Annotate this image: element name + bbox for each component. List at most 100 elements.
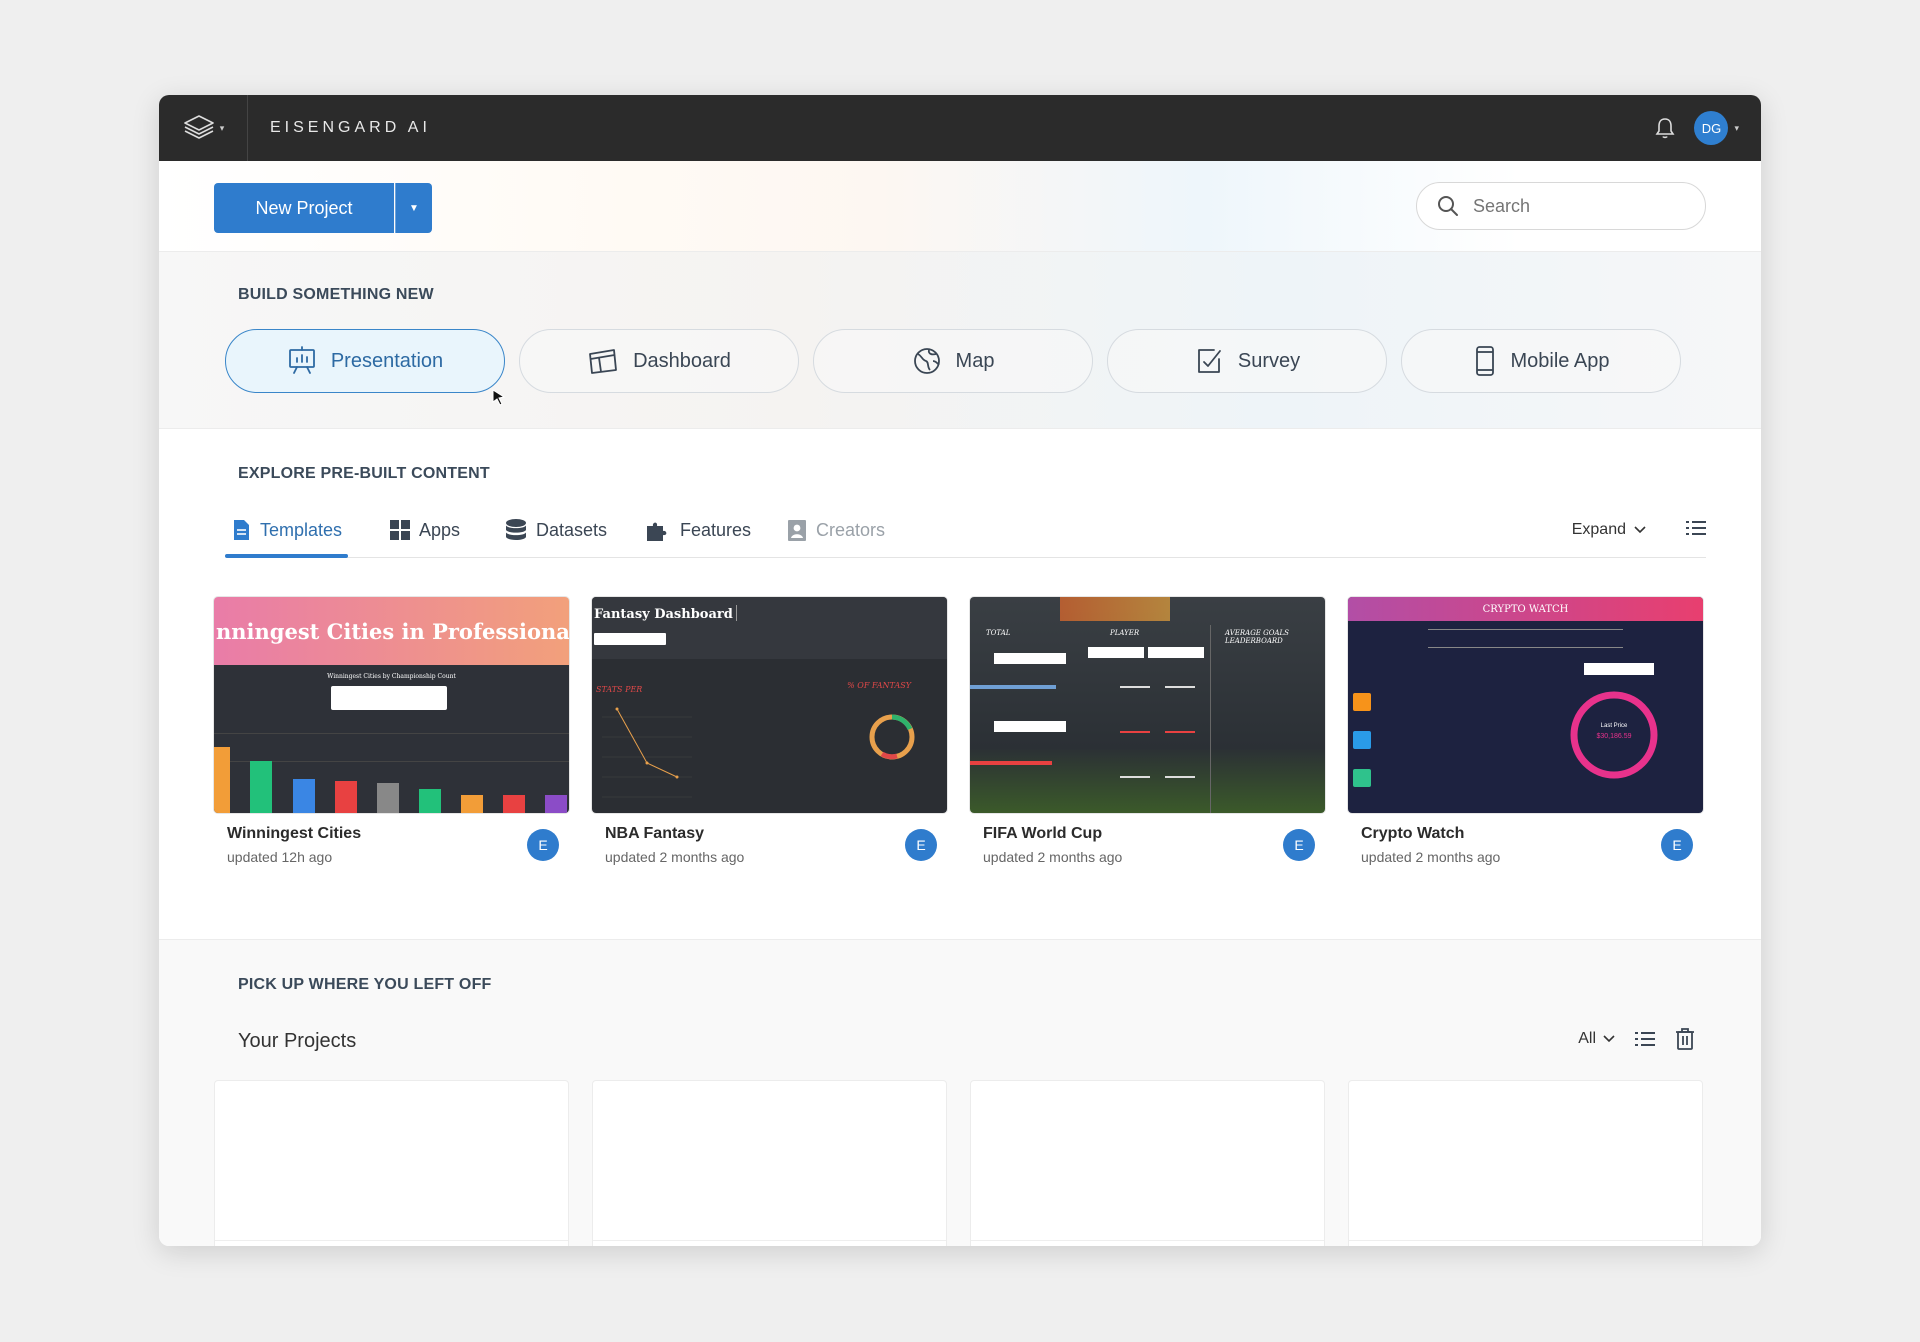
template-thumbnail: Fantasy Dashboard STATS PER % OF FANTASY bbox=[592, 597, 947, 813]
dashboard-icon bbox=[589, 349, 617, 374]
pill-label: Survey bbox=[1237, 349, 1301, 372]
card-updated: updated 2 months ago bbox=[605, 849, 745, 865]
database-icon bbox=[506, 519, 526, 540]
card-title: FIFA World Cup bbox=[983, 825, 1103, 842]
trash-icon[interactable] bbox=[1675, 1028, 1695, 1050]
tab-label: Datasets bbox=[536, 519, 608, 540]
expand-dropdown[interactable]: Expand bbox=[1572, 503, 1646, 557]
template-card-winningest-cities[interactable]: nningest Cities in Professional Sports W… bbox=[214, 597, 569, 873]
chevron-down-icon bbox=[1634, 526, 1646, 534]
layers-logo-icon bbox=[183, 115, 214, 139]
pill-label: Map bbox=[955, 349, 995, 372]
pickup-section: PICK UP WHERE YOU LEFT OFF Your Projects… bbox=[159, 940, 1761, 1246]
avatar: E bbox=[527, 829, 559, 861]
avatar: E bbox=[905, 829, 937, 861]
document-icon bbox=[234, 520, 249, 540]
chevron-down-icon: ▾ bbox=[1734, 122, 1739, 133]
new-project-split-button: New Project ▼ bbox=[214, 183, 432, 233]
tab-creators[interactable]: Creators bbox=[787, 503, 885, 557]
template-cards: nningest Cities in Professional Sports W… bbox=[214, 597, 1703, 873]
project-card-placeholder bbox=[592, 1080, 947, 1246]
user-menu[interactable]: DG ▾ bbox=[1694, 111, 1739, 145]
thumbnail-subtitle: Winningest Cities by Championship Count bbox=[327, 673, 456, 680]
expand-label: Expand bbox=[1571, 521, 1626, 538]
project-placeholders bbox=[214, 1080, 1703, 1246]
brand-name: EISENGARD AI bbox=[270, 119, 431, 136]
build-presentation-button[interactable]: Presentation bbox=[225, 329, 505, 393]
tab-templates[interactable]: Templates bbox=[224, 503, 349, 558]
bell-icon[interactable] bbox=[1654, 116, 1676, 140]
thumbnail-center-label: Last Price bbox=[1600, 723, 1628, 729]
thumbnail-right-label: % OF FANTASY bbox=[847, 681, 911, 690]
pill-label: Dashboard bbox=[633, 349, 731, 372]
grid-icon bbox=[390, 520, 410, 540]
list-view-icon[interactable] bbox=[1686, 519, 1706, 537]
template-thumbnail: nningest Cities in Professional Sports W… bbox=[214, 597, 569, 813]
explore-tabs: Templates Apps Datasets Features Creator… bbox=[224, 503, 1706, 558]
filter-dropdown[interactable]: All bbox=[1578, 1030, 1615, 1048]
mobile-icon bbox=[1475, 346, 1494, 376]
your-projects-heading: Your Projects bbox=[238, 1030, 357, 1052]
filter-label: All bbox=[1578, 1030, 1596, 1047]
card-title: Crypto Watch bbox=[1361, 825, 1465, 842]
template-thumbnail: TOTAL PLAYER AVERAGE GOALS LEADERBOARD bbox=[970, 597, 1325, 813]
tab-apps[interactable]: Apps bbox=[390, 503, 460, 557]
toolbar: New Project ▼ bbox=[159, 161, 1761, 252]
pickup-section-title: PICK UP WHERE YOU LEFT OFF bbox=[238, 976, 492, 993]
chevron-down-icon: ▾ bbox=[219, 122, 225, 133]
pill-label: Mobile App bbox=[1510, 349, 1610, 372]
build-mobile-app-button[interactable]: Mobile App bbox=[1401, 329, 1681, 393]
build-section: BUILD SOMETHING NEW Presentation Dashboa… bbox=[159, 252, 1761, 429]
thumbnail-title: Fantasy Dashboard bbox=[594, 607, 733, 622]
explore-section: EXPLORE PRE-BUILT CONTENT Templates Apps bbox=[159, 429, 1761, 940]
search-input[interactable] bbox=[1471, 194, 1675, 218]
template-card-fifa-world-cup[interactable]: TOTAL PLAYER AVERAGE GOALS LEADERBOARD F… bbox=[970, 597, 1325, 873]
badge-icon bbox=[788, 520, 806, 541]
caret-down-icon: ▼ bbox=[409, 202, 419, 214]
avatar: E bbox=[1283, 829, 1315, 861]
template-card-nba-fantasy[interactable]: Fantasy Dashboard STATS PER % OF FANTASY bbox=[592, 597, 947, 873]
project-card-placeholder bbox=[1348, 1080, 1703, 1246]
build-dashboard-button[interactable]: Dashboard bbox=[519, 329, 799, 393]
top-bar: ▾ EISENGARD AI DG ▾ bbox=[159, 95, 1761, 161]
globe-icon bbox=[913, 348, 940, 374]
app-switcher-button[interactable]: ▾ bbox=[159, 95, 248, 161]
build-map-button[interactable]: Map bbox=[813, 329, 1093, 393]
avatar: E bbox=[1661, 829, 1693, 861]
tab-datasets[interactable]: Datasets bbox=[505, 503, 607, 557]
thumbnail-title: nningest Cities in Professional Sports bbox=[214, 597, 569, 665]
project-card-placeholder bbox=[214, 1080, 569, 1246]
card-updated: updated 2 months ago bbox=[983, 849, 1123, 865]
thumbnail-column-label: PLAYER bbox=[1110, 629, 1140, 637]
template-card-crypto-watch[interactable]: CRYPTO WATCH Last Price $30,186.59 Crypt… bbox=[1348, 597, 1703, 873]
thumbnail-title: CRYPTO WATCH bbox=[1348, 597, 1703, 621]
thumbnail-column-label: AVERAGE GOALS LEADERBOARD bbox=[1225, 629, 1289, 645]
chevron-down-icon bbox=[1603, 1035, 1615, 1043]
template-thumbnail: CRYPTO WATCH Last Price $30,186.59 bbox=[1348, 597, 1703, 813]
card-updated: updated 12h ago bbox=[227, 849, 333, 865]
tab-label: Apps bbox=[419, 519, 461, 540]
build-section-title: BUILD SOMETHING NEW bbox=[238, 286, 434, 303]
new-project-button[interactable]: New Project bbox=[214, 183, 394, 233]
tab-label: Features bbox=[680, 519, 752, 540]
explore-section-title: EXPLORE PRE-BUILT CONTENT bbox=[238, 465, 490, 482]
card-updated: updated 2 months ago bbox=[1361, 849, 1501, 865]
build-survey-button[interactable]: Survey bbox=[1107, 329, 1387, 393]
presentation-icon bbox=[288, 346, 315, 374]
tab-features[interactable]: Features bbox=[645, 503, 751, 557]
thumbnail-column-label: TOTAL bbox=[986, 629, 1011, 637]
thumbnail-left-label: STATS PER bbox=[596, 685, 643, 694]
new-project-dropdown-button[interactable]: ▼ bbox=[395, 183, 432, 233]
avatar: DG bbox=[1694, 111, 1729, 145]
survey-icon bbox=[1197, 349, 1221, 373]
app-window: ▾ EISENGARD AI DG ▾ New Project ▼ Search… bbox=[159, 95, 1761, 1246]
tab-label: Templates bbox=[260, 519, 343, 540]
puzzle-icon bbox=[647, 522, 667, 541]
search-box[interactable] bbox=[1416, 182, 1706, 230]
pill-label: Presentation bbox=[330, 349, 444, 372]
list-view-icon[interactable] bbox=[1635, 1030, 1655, 1048]
mouse-cursor-icon bbox=[492, 389, 506, 406]
card-title: Winningest Cities bbox=[227, 825, 362, 842]
search-icon bbox=[1438, 196, 1458, 216]
project-card-placeholder bbox=[970, 1080, 1325, 1246]
